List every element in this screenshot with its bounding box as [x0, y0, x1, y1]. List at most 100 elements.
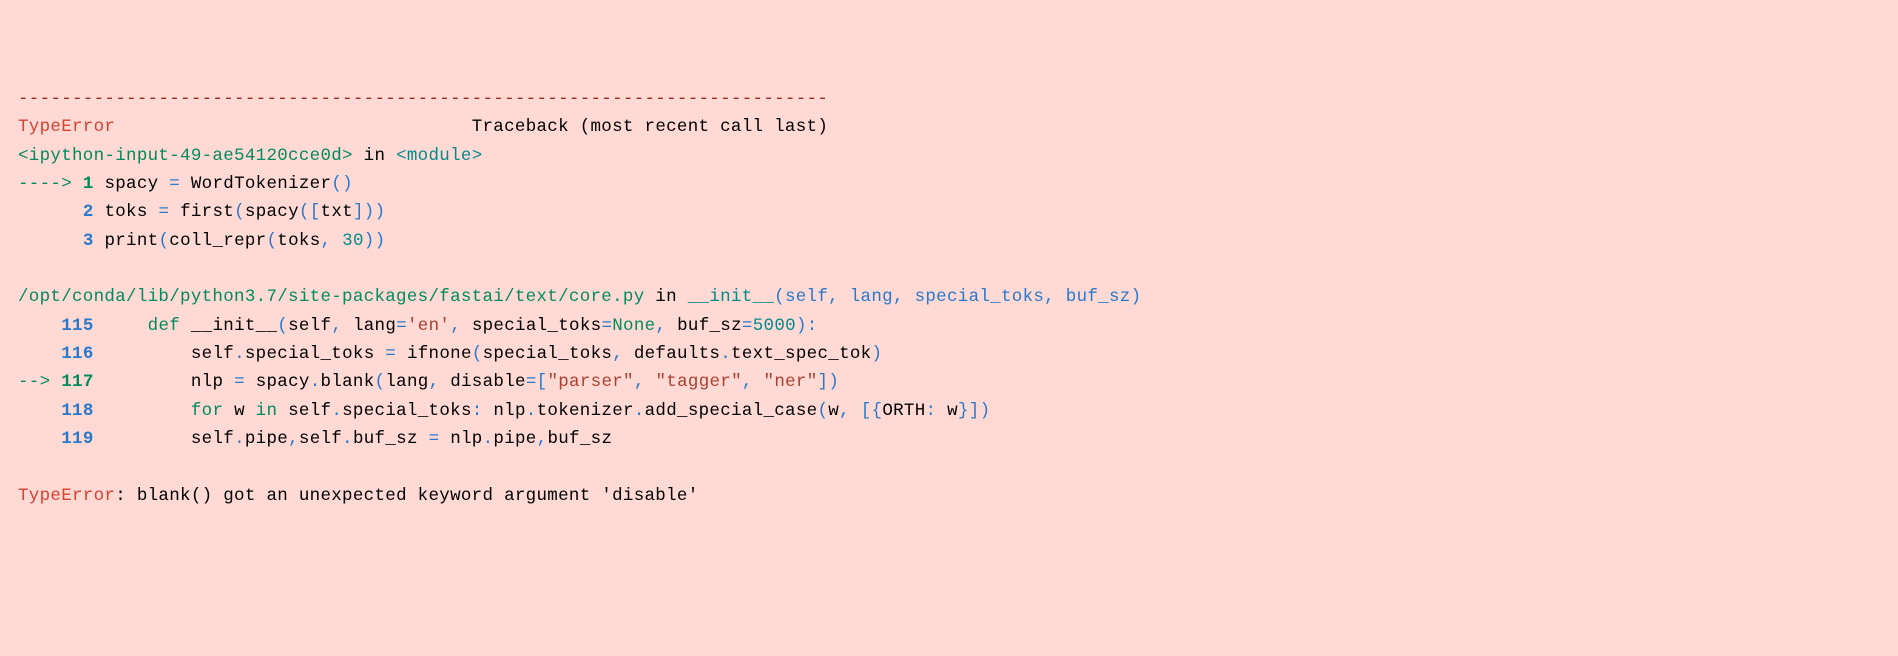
- in-keyword: in: [256, 401, 278, 421]
- code-space: [439, 372, 450, 392]
- string-literal: "parser": [547, 372, 633, 392]
- equals-op: =: [158, 202, 169, 222]
- frame2-signature: (self, lang, special_toks, buf_sz): [774, 287, 1141, 307]
- code-token: toks: [277, 231, 320, 251]
- code-space: [483, 401, 494, 421]
- code-token: txt: [321, 202, 353, 222]
- bracket: [: [861, 401, 872, 421]
- code-space: [223, 401, 234, 421]
- comma: ,: [839, 401, 850, 421]
- dot: .: [310, 372, 321, 392]
- string-literal: 'en': [407, 316, 450, 336]
- paren: ): [375, 231, 386, 251]
- code-token: self: [299, 429, 342, 449]
- comma: ,: [321, 231, 332, 251]
- code-token: disable: [450, 372, 526, 392]
- equals-op: =: [742, 316, 753, 336]
- string-literal: "tagger": [655, 372, 741, 392]
- code-space: [461, 316, 472, 336]
- equals-op: =: [429, 429, 440, 449]
- paren: ): [364, 231, 375, 251]
- code-space: [396, 344, 407, 364]
- code-space: [245, 372, 256, 392]
- paren: ): [980, 401, 991, 421]
- code-token: special_toks: [483, 344, 613, 364]
- code-space: [180, 316, 191, 336]
- code-token: spacy: [245, 202, 299, 222]
- dot: .: [483, 429, 494, 449]
- brace: }: [958, 401, 969, 421]
- code-token: spacy: [256, 372, 310, 392]
- code-token: spacy: [104, 174, 169, 194]
- equals-op: =: [234, 372, 245, 392]
- code-indent: [94, 372, 191, 392]
- code-indent: [94, 401, 191, 421]
- separator-line: ----------------------------------------…: [18, 89, 828, 109]
- code-space: [342, 316, 353, 336]
- brace: {: [872, 401, 883, 421]
- equals-op: =: [526, 372, 537, 392]
- code-space: [277, 401, 288, 421]
- number-literal: 30: [342, 231, 364, 251]
- comma: ,: [429, 372, 440, 392]
- code-token: buf_sz: [547, 429, 612, 449]
- code-token: buf_sz: [353, 429, 429, 449]
- traceback-label: Traceback (most recent call last): [472, 117, 828, 137]
- line-number: 116: [61, 344, 93, 364]
- colon: :: [926, 401, 937, 421]
- code-token: special_toks: [245, 344, 385, 364]
- arrow-marker: ---->: [18, 174, 83, 194]
- arrow-marker: -->: [18, 372, 61, 392]
- paren: (: [299, 202, 310, 222]
- bracket: [: [537, 372, 548, 392]
- code-token: defaults: [634, 344, 720, 364]
- equals-op: =: [385, 344, 396, 364]
- code-token: pipe: [493, 429, 536, 449]
- code-space: [94, 174, 105, 194]
- number-literal: 5000: [753, 316, 796, 336]
- error-type-header: TypeError: [18, 117, 115, 137]
- code-token: print: [104, 231, 158, 251]
- code-space: [439, 429, 450, 449]
- code-token: lang: [353, 316, 396, 336]
- code-indent: [94, 316, 148, 336]
- paren: ): [375, 202, 386, 222]
- line-number: 117: [61, 372, 93, 392]
- string-literal: "ner": [764, 372, 818, 392]
- dot: .: [234, 429, 245, 449]
- paren: (: [234, 202, 245, 222]
- code-token: special_toks: [472, 316, 602, 336]
- code-indent: [94, 429, 191, 449]
- comma: ,: [537, 429, 548, 449]
- code-token: self: [191, 344, 234, 364]
- code-space: [623, 344, 634, 364]
- line-number: 115: [61, 316, 93, 336]
- code-space: [94, 202, 105, 222]
- paren: ): [796, 316, 807, 336]
- code-token: w: [947, 401, 958, 421]
- line-number: 3: [83, 231, 94, 251]
- paren: (: [158, 231, 169, 251]
- code-token: w: [234, 401, 256, 421]
- bracket: ]: [969, 401, 980, 421]
- line-number: 119: [61, 429, 93, 449]
- line-pad: [18, 344, 61, 364]
- code-space: [666, 316, 677, 336]
- code-token: __init__: [191, 316, 277, 336]
- line-pad: [18, 202, 83, 222]
- code-token: self: [288, 401, 331, 421]
- code-token: WordTokenizer: [180, 174, 331, 194]
- for-keyword: for: [191, 401, 223, 421]
- code-token: coll_repr: [169, 231, 266, 251]
- code-token: blank: [321, 372, 375, 392]
- line-pad: [18, 401, 61, 421]
- line-pad: [18, 316, 61, 336]
- code-token: self: [191, 429, 234, 449]
- frame1-location: <ipython-input-49-ae54120cce0d>: [18, 146, 353, 166]
- comma: ,: [612, 344, 623, 364]
- code-token: first: [169, 202, 234, 222]
- paren: (: [266, 231, 277, 251]
- code-token: special_toks: [342, 401, 472, 421]
- paren: (: [375, 372, 386, 392]
- code-space: [645, 372, 656, 392]
